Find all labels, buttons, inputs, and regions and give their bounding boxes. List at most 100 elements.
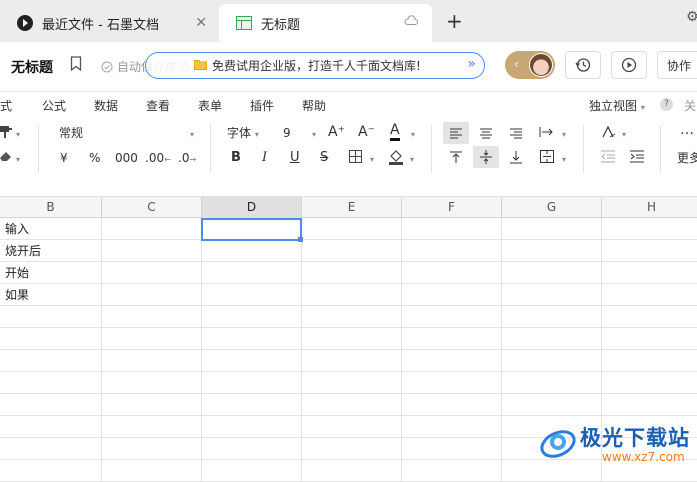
grid-cell[interactable] xyxy=(0,416,102,438)
column-header-d[interactable]: D xyxy=(202,197,302,218)
grid-cell[interactable] xyxy=(502,284,602,306)
close-toolbar-button[interactable]: 关 xyxy=(684,97,696,114)
grid-cell[interactable] xyxy=(102,218,202,240)
grid-cell[interactable] xyxy=(402,240,502,262)
menu-form[interactable]: 表单 xyxy=(198,97,222,114)
grid-cell[interactable] xyxy=(102,394,202,416)
menu-view[interactable]: 查看 xyxy=(146,97,170,114)
grid-cell[interactable] xyxy=(402,284,502,306)
font-color-button[interactable]: A xyxy=(390,123,400,141)
grid-cell[interactable] xyxy=(402,460,502,482)
column-header-e[interactable]: E xyxy=(302,197,402,218)
grid-cell[interactable] xyxy=(502,394,602,416)
valign-middle-button[interactable] xyxy=(473,146,499,168)
grid-cell[interactable] xyxy=(502,328,602,350)
grid-cell[interactable] xyxy=(202,438,302,460)
grid-cell[interactable] xyxy=(202,416,302,438)
grid-cell[interactable] xyxy=(102,460,202,482)
font-family-select[interactable]: 字体 ▾ xyxy=(227,125,259,143)
grid-cell[interactable] xyxy=(102,240,202,262)
grid-cell[interactable] xyxy=(302,372,402,394)
grid-cell[interactable] xyxy=(302,284,402,306)
grid-cell[interactable] xyxy=(602,306,697,328)
grid-cell[interactable] xyxy=(302,460,402,482)
grid-cell[interactable] xyxy=(302,438,402,460)
bold-button[interactable]: B xyxy=(231,150,241,166)
present-button[interactable] xyxy=(611,51,647,79)
grid-cell[interactable] xyxy=(102,438,202,460)
column-header-b[interactable]: B xyxy=(0,197,102,218)
eraser-icon[interactable] xyxy=(0,150,14,166)
indent-increase-icon[interactable] xyxy=(630,150,644,167)
new-tab-button[interactable]: + xyxy=(446,11,463,31)
align-right-button[interactable] xyxy=(503,122,529,144)
decimal-decrease-button[interactable]: .0→ xyxy=(178,150,196,168)
grid-cell[interactable]: 输入 xyxy=(0,218,102,240)
grid-cell[interactable] xyxy=(202,262,302,284)
caret-down-icon[interactable]: ▾ xyxy=(410,152,414,168)
grid-cell[interactable] xyxy=(302,328,402,350)
font-size-select[interactable]: 9 xyxy=(283,125,291,141)
thousands-button[interactable]: 000 xyxy=(115,150,138,166)
grid-cell[interactable] xyxy=(402,372,502,394)
grid-cell[interactable] xyxy=(502,262,602,284)
grid-cell[interactable] xyxy=(202,460,302,482)
grid-cell[interactable] xyxy=(302,218,402,240)
indent-decrease-icon[interactable] xyxy=(601,150,615,167)
grid-cell[interactable] xyxy=(402,262,502,284)
more-button[interactable]: 更多 xyxy=(677,150,697,166)
menu-help[interactable]: 帮助 xyxy=(302,97,326,114)
grid-cell[interactable] xyxy=(302,306,402,328)
menu-formula[interactable]: 公式 xyxy=(42,97,66,114)
grid-cell[interactable] xyxy=(202,306,302,328)
caret-down-icon[interactable]: ▾ xyxy=(622,127,626,143)
caret-down-icon[interactable]: ▾ xyxy=(370,152,374,168)
grid-cell[interactable] xyxy=(502,240,602,262)
column-header-f[interactable]: F xyxy=(402,197,502,218)
font-grow-button[interactable]: A⁺ xyxy=(328,124,345,140)
tab-untitled[interactable]: 无标题 xyxy=(219,4,432,42)
grid-cell[interactable] xyxy=(102,328,202,350)
grid-cell[interactable] xyxy=(602,218,697,240)
grid-cell[interactable] xyxy=(202,284,302,306)
standalone-view-toggle[interactable]: 独立视图 ▾ xyxy=(589,97,645,114)
text-rotate-icon[interactable] xyxy=(601,125,617,143)
align-left-button[interactable] xyxy=(443,122,469,144)
align-center-button[interactable] xyxy=(473,122,499,144)
help-badge[interactable]: ? xyxy=(660,98,673,111)
grid-cell[interactable] xyxy=(102,350,202,372)
column-header-c[interactable]: C xyxy=(102,197,202,218)
caret-down-icon[interactable]: ▾ xyxy=(16,152,20,168)
grid-cell[interactable] xyxy=(202,372,302,394)
caret-down-icon[interactable]: ▾ xyxy=(16,127,20,143)
strikethrough-button[interactable]: S xyxy=(320,150,328,166)
grid-cell[interactable] xyxy=(102,306,202,328)
grid-cell[interactable] xyxy=(0,438,102,460)
number-format-select[interactable]: 常规 xyxy=(59,125,83,141)
grid-cell[interactable] xyxy=(102,262,202,284)
grid-cell[interactable]: 开始 xyxy=(0,262,102,284)
grid-cell[interactable] xyxy=(502,350,602,372)
bookmark-icon[interactable] xyxy=(70,56,82,74)
grid-cell[interactable] xyxy=(0,372,102,394)
grid-cell[interactable] xyxy=(302,416,402,438)
decimal-increase-button[interactable]: .00← xyxy=(145,150,171,168)
grid-cell[interactable] xyxy=(102,372,202,394)
grid-cell[interactable] xyxy=(102,416,202,438)
tab-recent-files[interactable]: 最近文件 - 石墨文档 ✕ xyxy=(0,4,219,42)
grid-cell[interactable] xyxy=(602,328,697,350)
avatar[interactable] xyxy=(529,53,553,77)
grid-cell[interactable] xyxy=(0,394,102,416)
grid-cell[interactable] xyxy=(602,372,697,394)
grid-cell[interactable] xyxy=(202,394,302,416)
grid-cell[interactable] xyxy=(302,350,402,372)
grid-cell[interactable] xyxy=(402,350,502,372)
history-button[interactable] xyxy=(565,51,601,79)
grid-cell[interactable] xyxy=(602,350,697,372)
collaborate-button[interactable]: 协作 xyxy=(657,51,697,79)
grid-cell[interactable] xyxy=(402,218,502,240)
valign-bottom-button[interactable] xyxy=(503,146,529,168)
grid-cell[interactable] xyxy=(502,306,602,328)
close-icon[interactable]: ✕ xyxy=(195,15,207,31)
grid-cell[interactable] xyxy=(402,306,502,328)
